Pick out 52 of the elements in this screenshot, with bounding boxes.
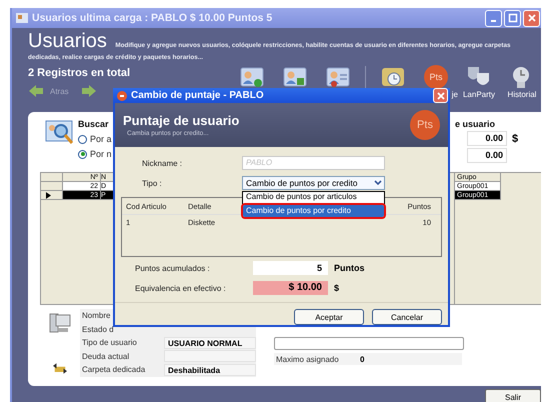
currency-label: $ <box>512 132 518 144</box>
cash-field[interactable]: $ 10.00 <box>253 281 328 295</box>
credit-field[interactable]: 0.00 <box>467 131 507 146</box>
search-radio[interactable]: Por n <box>78 149 112 159</box>
unit-label: $ <box>334 283 340 293</box>
field-label: Nickname : <box>141 158 184 168</box>
minimize-button[interactable] <box>485 10 502 26</box>
info-label: Nombre <box>81 311 112 320</box>
input-field[interactable] <box>274 337 464 350</box>
dropdown-option[interactable]: Cambio de puntos por articulos <box>243 192 384 202</box>
row-pointer-icon <box>46 192 51 198</box>
toolbar-label[interactable]: Historial <box>508 90 536 99</box>
info-label: Estado d <box>81 324 115 334</box>
points-field[interactable]: 5 <box>253 261 328 275</box>
points-icon <box>117 90 127 101</box>
maximize-icon[interactable] <box>508 13 518 23</box>
info-label: Carpeta dedicada <box>81 365 146 374</box>
unit-label: Puntos <box>334 263 364 273</box>
info-label: Deuda actual <box>81 352 130 361</box>
search-radio[interactable]: Por a <box>78 134 112 144</box>
field-label: Puntos acumulados : <box>134 264 211 272</box>
limit-value: 0 <box>360 354 364 364</box>
close-icon[interactable] <box>526 13 536 23</box>
close-button[interactable] <box>523 10 540 26</box>
window-title: Usuarios ultima carga : PABLO $ 10.00 Puntos 5 <box>32 12 274 24</box>
record-count: 2 Registros en total <box>28 67 132 79</box>
dialog-title: Cambio de puntaje - PABLO <box>131 90 265 102</box>
dropdown-option[interactable]: Cambio de puntos por credito <box>243 205 384 217</box>
credit-title: e usuario <box>455 119 496 129</box>
forward-arrow-icon[interactable] <box>80 85 97 97</box>
window-icon <box>16 13 28 23</box>
type-dropdown[interactable]: Cambio de puntos por credito <box>242 176 385 190</box>
info-label: Tipo de usuario <box>81 338 138 348</box>
info-value: USUARIO NORMAL <box>164 336 256 349</box>
computer-icon <box>48 311 72 335</box>
field-label: Equivalencia en efectivo : <box>134 284 227 292</box>
info-value: Deshabilitada <box>164 364 256 376</box>
dialog-button[interactable]: Cancelar <box>372 309 442 325</box>
field-label: Tipo : <box>141 178 163 188</box>
points-badge: Pts <box>410 110 440 140</box>
search-user-icon <box>45 118 75 146</box>
search-title: Buscar <box>78 119 110 129</box>
folder-share-icon <box>53 363 67 374</box>
dialog-button[interactable]: Aceptar <box>294 309 364 325</box>
dialog-heading: Puntaje de usuario <box>123 113 240 128</box>
toolbar-label[interactable]: LanParty <box>462 90 496 99</box>
exit-button[interactable]: Salir <box>485 389 541 402</box>
maximize-button[interactable] <box>504 10 521 26</box>
limit-label: Maximo asignado <box>275 354 340 364</box>
credit-field[interactable]: 0.00 <box>467 148 507 163</box>
back-arrow-icon[interactable] <box>28 85 44 97</box>
toolbar-label[interactable]: je <box>452 90 458 99</box>
